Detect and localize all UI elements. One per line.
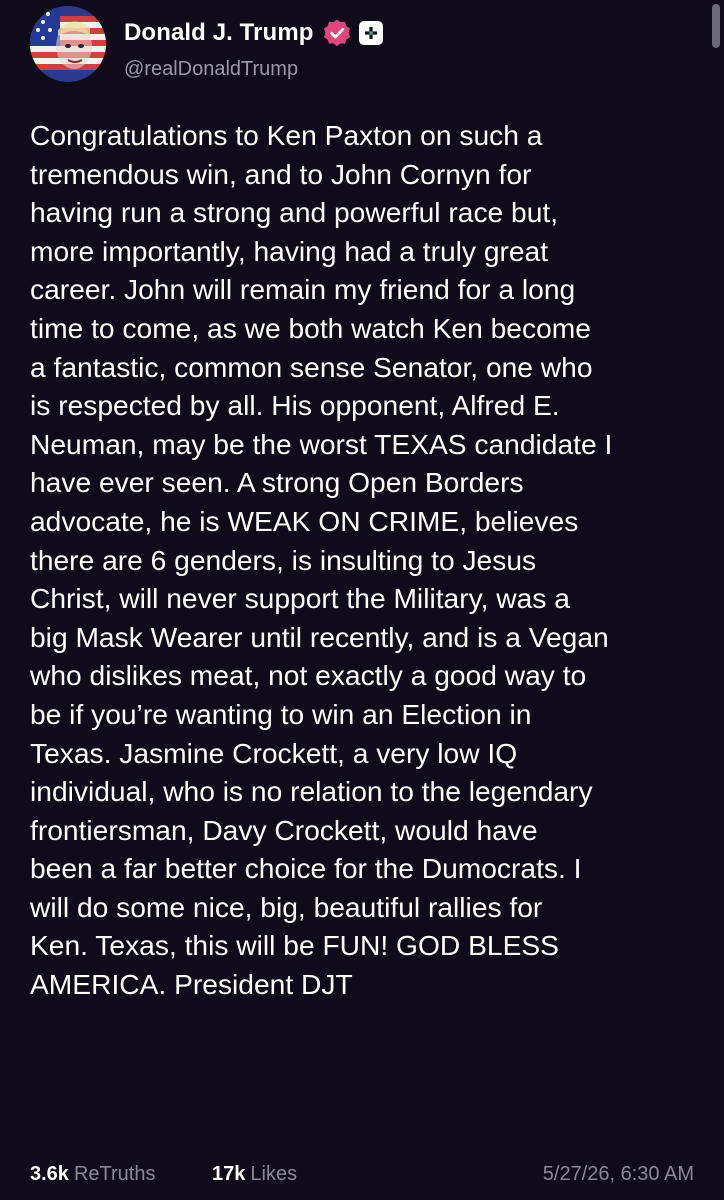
retruths-label: ReTruths [73, 1163, 156, 1185]
post-line: be if you’re wanting to win an Election … [30, 697, 532, 730]
post-footer: 3.6k ReTruths 17k Likes 5/27/26, 6:30 AM [30, 1163, 694, 1193]
post-line: a fantastic, common sense Senator, one w… [30, 350, 593, 383]
post-line: AMERICA. President DJT [30, 968, 353, 1001]
post-line: Texas. Jasmine Crockett, a very low IQ [30, 736, 518, 769]
verified-badge-icon [322, 18, 352, 48]
post-line: Congratulations to Ken Paxton on such a [30, 119, 543, 151]
post-line: more importantly, having had a truly gre… [30, 234, 549, 267]
user-handle[interactable]: @realDonaldTrump [124, 58, 298, 81]
post-line: who dislikes meat, not exactly a good wa… [30, 659, 587, 692]
post-line: having run a strong and powerful race bu… [30, 196, 559, 229]
scrollbar[interactable] [712, 4, 720, 48]
post-body: Congratulations to Ken Paxton on such a … [30, 116, 706, 1004]
post-line: Christ, will never support the Military,… [30, 582, 570, 615]
avatar[interactable] [30, 6, 106, 82]
post-line: there are 6 genders, is insulting to Jes… [30, 543, 537, 576]
post-line: individual, who is no relation to the le… [30, 775, 593, 808]
name-row: Donald J. Trump [124, 16, 383, 50]
post-timestamp[interactable]: 5/27/26, 6:30 AM [543, 1163, 694, 1186]
post-line: have ever seen. A strong Open Borders [30, 466, 524, 499]
post-line: time to come, as we both watch Ken becom… [30, 311, 591, 344]
likes-label: Likes [250, 1163, 298, 1185]
post-header: Donald J. Trump @realDonaldTrump [30, 6, 710, 86]
post-line: been a far better choice for the Dumocra… [30, 852, 582, 885]
post-line: is respected by all. His opponent, Alfre… [30, 389, 560, 422]
post-line: advocate, he is WEAK ON CRIME, believes [30, 504, 579, 537]
post-line: Neuman, may be the worst TEXAS candidate… [30, 427, 613, 460]
display-name[interactable]: Donald J. Trump [124, 19, 314, 47]
post-line: big Mask Wearer until recently, and is a… [30, 620, 609, 653]
truth-post: Donald J. Trump @realDonaldTrump Congrat… [0, 0, 724, 1200]
post-line: tremendous win, and to John Cornyn for [30, 157, 532, 190]
avatar-image [30, 6, 106, 82]
post-line: frontiersman, Davy Crockett, would have [30, 813, 538, 846]
likes-stat[interactable]: 17k Likes [212, 1163, 297, 1186]
plus-badge-icon [358, 21, 383, 45]
post-line: career. John will remain my friend for a… [30, 273, 576, 306]
retruths-count: 3.6k [30, 1163, 69, 1185]
post-line: Ken. Texas, this will be FUN! GOD BLESS [30, 929, 559, 962]
retruths-stat[interactable]: 3.6k ReTruths [30, 1163, 155, 1186]
post-line: will do some nice, big, beautiful rallie… [30, 890, 543, 923]
likes-count: 17k [212, 1163, 246, 1185]
